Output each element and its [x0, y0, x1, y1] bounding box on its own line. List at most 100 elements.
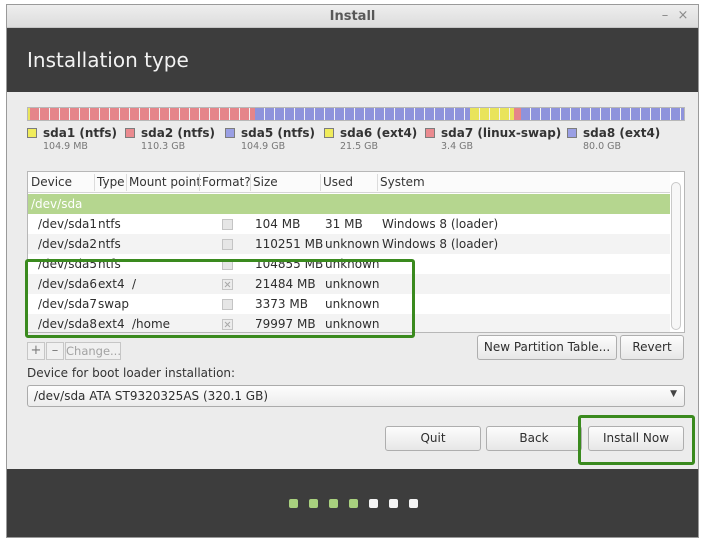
legend-size: 3.4 GB [441, 141, 474, 152]
bootloader-device-select[interactable]: /dev/sda ATA ST9320325AS (320.1 GB) ▼ [27, 385, 685, 407]
legend-size: 110.3 GB [141, 141, 186, 152]
close-icon[interactable]: × [676, 8, 690, 23]
column-header-device[interactable]: Device [31, 175, 72, 189]
cell-used: unknown [325, 297, 380, 311]
legend-swatch [125, 128, 135, 138]
format-checkbox[interactable] [222, 239, 233, 250]
column-header-system[interactable]: System [380, 175, 425, 189]
title-bar: Install – × [7, 5, 698, 28]
cell-size: 110251 MB [255, 237, 324, 251]
partition-segment-sda7 [513, 108, 521, 120]
column-header-format[interactable]: Format? [202, 175, 251, 189]
legend-size: 104.9 GB [241, 141, 286, 152]
cell-size: 104855 MB [255, 257, 324, 271]
cell-size: 3373 MB [255, 297, 308, 311]
column-divider [250, 174, 251, 191]
legend-swatch [324, 128, 334, 138]
page-title: Installation type [27, 48, 189, 72]
format-checkbox[interactable] [222, 279, 233, 290]
cell-device: /dev/sda5 [38, 257, 98, 271]
cell-used: unknown [325, 277, 380, 291]
partition-table: Device Type Mount point Format? Size Use… [27, 171, 685, 333]
cell-device: /dev/sda7 [38, 297, 98, 311]
legend-size: 80.0 GB [583, 141, 622, 152]
partition-bar [27, 107, 685, 121]
table-row[interactable]: /dev/sda6 ext4 / 21484 MB unknown [28, 274, 670, 294]
column-header-used[interactable]: Used [323, 175, 353, 189]
change-partition-button[interactable]: Change... [65, 342, 121, 360]
legend-name: sda8 (ext4) [583, 126, 661, 140]
cell-device: /dev/sda2 [38, 237, 98, 251]
install-now-button[interactable]: Install Now [588, 426, 684, 451]
cell-system: Windows 8 (loader) [382, 237, 499, 251]
quit-button[interactable]: Quit [385, 426, 481, 451]
cell-type: ntfs [98, 237, 121, 251]
cell-size: 79997 MB [255, 317, 316, 331]
cell-used: unknown [325, 237, 380, 251]
cell-type: swap [98, 297, 130, 311]
partition-legend: sda1 (ntfs) 104.9 MB sda2 (ntfs) 110.3 G… [27, 126, 687, 156]
remove-partition-button[interactable]: – [46, 342, 64, 360]
legend-swatch [225, 128, 235, 138]
table-row[interactable]: /dev/sda5 ntfs 104855 MB unknown [28, 254, 670, 274]
page-header: Installation type [7, 28, 698, 92]
column-header-mount-point[interactable]: Mount point [129, 175, 201, 189]
cell-size: 104 MB [255, 217, 301, 231]
legend-size: 104.9 MB [43, 141, 88, 152]
table-row[interactable]: /dev/sda2 ntfs 110251 MB unknown Windows… [28, 234, 670, 254]
column-divider [320, 174, 321, 191]
cell-device: /dev/sda8 [38, 317, 98, 331]
table-scrollbar[interactable] [671, 182, 681, 330]
cell-type: ext4 [98, 317, 125, 331]
legend-name: sda6 (ext4) [340, 126, 418, 140]
table-row[interactable]: /dev/sda7 swap 3373 MB unknown [28, 294, 670, 314]
progress-step-dot [389, 499, 398, 508]
table-row[interactable]: /dev/sda8 ext4 /home 79997 MB unknown [28, 314, 670, 332]
legend-swatch [425, 128, 435, 138]
legend-size: 21.5 GB [340, 141, 379, 152]
bootloader-label: Device for boot loader installation: [27, 366, 236, 380]
legend-swatch [27, 128, 37, 138]
table-row[interactable]: /dev/sda1 ntfs 104 MB 31 MB Windows 8 (l… [28, 214, 670, 234]
column-divider [199, 174, 200, 191]
progress-step-dot [369, 499, 378, 508]
cell-type: ntfs [98, 257, 121, 271]
cell-system: Windows 8 (loader) [382, 217, 499, 231]
chevron-down-icon: ▼ [670, 389, 677, 399]
cell-device: /dev/sda1 [38, 217, 98, 231]
progress-step-dot [309, 499, 318, 508]
legend-name: sda2 (ntfs) [141, 126, 215, 140]
format-checkbox[interactable] [222, 219, 233, 230]
progress-step-dot [349, 499, 358, 508]
minimize-icon[interactable]: – [658, 8, 672, 23]
table-header: Device Type Mount point Format? Size Use… [28, 172, 670, 193]
partition-segment-sda8 [520, 108, 684, 120]
legend-swatch [567, 128, 577, 138]
partition-segment-sda5 [255, 108, 470, 120]
legend-name: sda5 (ntfs) [241, 126, 315, 140]
new-partition-table-button[interactable]: New Partition Table... [477, 335, 617, 360]
cell-mount: /home [132, 317, 171, 331]
progress-footer [7, 469, 698, 537]
cell-size: 21484 MB [255, 277, 316, 291]
progress-step-dot [289, 499, 298, 508]
format-checkbox[interactable] [222, 259, 233, 270]
progress-step-dot [329, 499, 338, 508]
format-checkbox[interactable] [222, 299, 233, 310]
add-partition-button[interactable]: + [27, 342, 45, 360]
column-divider [377, 174, 378, 191]
progress-step-dot [409, 499, 418, 508]
partition-segment-sda6 [469, 108, 514, 120]
column-divider [94, 174, 95, 191]
revert-button[interactable]: Revert [620, 335, 684, 360]
cell-used: unknown [325, 317, 380, 331]
table-row-disk[interactable]: /dev/sda [28, 194, 670, 214]
legend-name: sda7 (linux-swap) [441, 126, 562, 140]
column-header-type[interactable]: Type [97, 175, 125, 189]
cell-used: unknown [325, 257, 380, 271]
cell-device: /dev/sda [31, 197, 83, 211]
column-header-size[interactable]: Size [253, 175, 278, 189]
bootloader-device-value: /dev/sda ATA ST9320325AS (320.1 GB) [34, 389, 269, 403]
back-button[interactable]: Back [486, 426, 582, 451]
format-checkbox[interactable] [222, 319, 233, 330]
